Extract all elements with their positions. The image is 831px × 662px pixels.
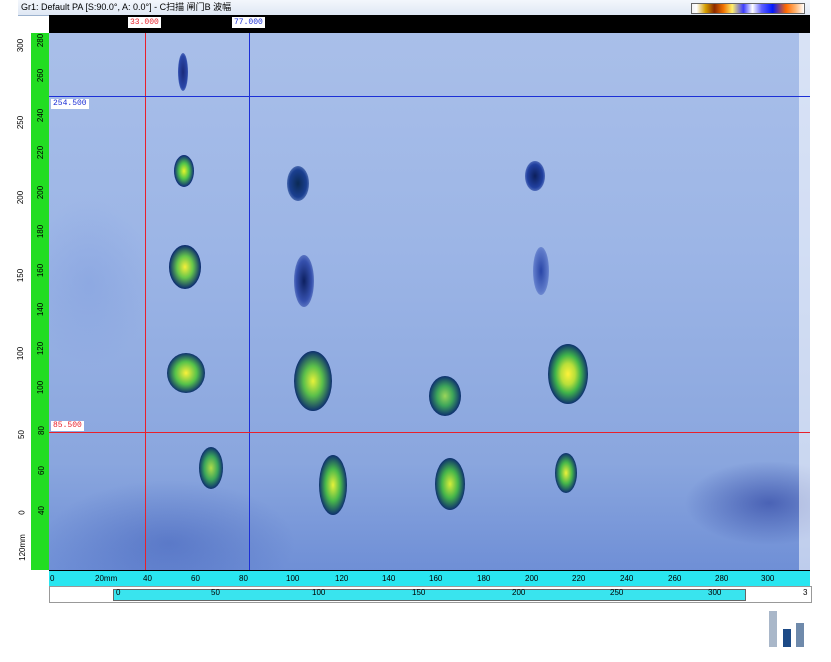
red-horizontal-cursor[interactable] bbox=[49, 432, 810, 433]
color-palette-bar[interactable] bbox=[691, 3, 805, 14]
bottom-tick-label: 20mm bbox=[95, 574, 118, 583]
bottom-tick-label: 240 bbox=[620, 574, 634, 583]
left-outer-tick-label: 200 bbox=[16, 190, 26, 205]
secondary-tick-label: 250 bbox=[610, 588, 624, 597]
indication-blob bbox=[199, 447, 223, 489]
bar-chart-logo-icon bbox=[769, 609, 807, 647]
left-inner-tick-label: 200 bbox=[36, 185, 46, 200]
secondary-tick-label: 100 bbox=[312, 588, 326, 597]
left-outer-tick-label: 0 bbox=[17, 510, 27, 515]
indication-blob bbox=[294, 255, 314, 307]
bottom-tick-label: 100 bbox=[286, 574, 300, 583]
indication-blob bbox=[525, 161, 545, 191]
left-inner-tick-label: 160 bbox=[36, 263, 46, 278]
c-scan-image[interactable]: 254.500 85.500 bbox=[49, 33, 810, 570]
left-inner-tick-label: 60 bbox=[36, 466, 46, 475]
bottom-tick-label: 160 bbox=[429, 574, 443, 583]
bottom-tick-label: 200 bbox=[525, 574, 539, 583]
left-inner-tick-label: 140 bbox=[36, 302, 46, 317]
secondary-tick-label: 300 bbox=[708, 588, 722, 597]
left-inner-ruler[interactable]: 280 260 240 220 200 180 160 140 120 100 … bbox=[31, 33, 50, 570]
bottom-tick-label: 80 bbox=[239, 574, 248, 583]
indication-blob bbox=[429, 376, 461, 416]
blue-horizontal-cursor[interactable] bbox=[49, 96, 810, 97]
red-vertical-cursor[interactable] bbox=[145, 33, 146, 570]
logo-bar bbox=[783, 629, 791, 647]
secondary-tick-label: 150 bbox=[412, 588, 426, 597]
left-outer-tick-label: 120mm bbox=[17, 534, 27, 561]
left-outer-tick-label: 300 bbox=[16, 38, 26, 53]
bottom-tick-label: 140 bbox=[382, 574, 396, 583]
red-cursor-x-readout: 33.000 bbox=[128, 17, 161, 28]
secondary-tick-label: 0 bbox=[116, 588, 121, 597]
left-inner-tick-label: 40 bbox=[36, 506, 46, 515]
bottom-tick-label: 300 bbox=[761, 574, 775, 583]
indication-blob bbox=[174, 155, 194, 187]
red-cursor-y-readout: 85.500 bbox=[51, 421, 84, 431]
left-outer-tick-label: 250 bbox=[16, 115, 26, 130]
bottom-tick-label: 260 bbox=[668, 574, 682, 583]
left-inner-tick-label: 100 bbox=[36, 380, 46, 395]
cursor-readout-bar: 33.000 77.000 bbox=[49, 15, 810, 33]
indication-blob bbox=[555, 453, 577, 493]
indication-blob bbox=[178, 53, 188, 91]
ruler-range-highlight[interactable] bbox=[113, 589, 746, 601]
bottom-tick-label: 180 bbox=[477, 574, 491, 583]
logo-bar bbox=[769, 611, 777, 647]
indication-blob bbox=[533, 247, 549, 295]
left-inner-tick-label: 260 bbox=[36, 68, 46, 83]
blue-vertical-cursor[interactable] bbox=[249, 33, 250, 570]
bottom-ruler[interactable]: 0 20mm 40 60 80 100 120 140 160 180 200 … bbox=[49, 570, 810, 587]
left-outer-tick-label: 100 bbox=[16, 346, 26, 361]
scan-window: Gr1: Default PA [S:90.0°, A: 0.0°] - C扫描… bbox=[16, 0, 812, 604]
left-inner-tick-label: 220 bbox=[36, 145, 46, 160]
window-titlebar[interactable]: Gr1: Default PA [S:90.0°, A: 0.0°] - C扫描… bbox=[18, 0, 810, 16]
indication-blob bbox=[287, 166, 309, 201]
bottom-tick-label: 0 bbox=[50, 574, 55, 583]
bottom-tick-label: 60 bbox=[191, 574, 200, 583]
window-title: Gr1: Default PA [S:90.0°, A: 0.0°] - C扫描… bbox=[21, 2, 232, 12]
secondary-bottom-ruler[interactable]: 0 50 100 150 200 250 300 3 bbox=[49, 586, 812, 603]
bottom-tick-label: 120 bbox=[335, 574, 349, 583]
left-inner-tick-label: 280 bbox=[36, 33, 46, 48]
left-outer-ruler[interactable]: 300 250 200 150 100 50 0 120mm bbox=[16, 33, 32, 570]
indication-blob bbox=[435, 458, 465, 510]
indication-blob bbox=[548, 344, 588, 404]
indication-blob bbox=[167, 353, 205, 393]
bottom-tick-label: 40 bbox=[143, 574, 152, 583]
indication-blob bbox=[319, 455, 347, 515]
secondary-tick-label: 50 bbox=[211, 588, 220, 597]
left-inner-tick-label: 120 bbox=[36, 341, 46, 356]
left-inner-tick-label: 180 bbox=[36, 224, 46, 239]
blue-cursor-y-readout: 254.500 bbox=[51, 99, 89, 109]
bottom-tick-label: 280 bbox=[715, 574, 729, 583]
logo-bar bbox=[796, 623, 804, 647]
secondary-tick-label: 200 bbox=[512, 588, 526, 597]
indication-blob bbox=[294, 351, 332, 411]
left-outer-tick-label: 50 bbox=[16, 430, 26, 439]
bottom-tick-label: 220 bbox=[572, 574, 586, 583]
left-inner-tick-label: 80 bbox=[36, 426, 46, 435]
indication-blob bbox=[169, 245, 201, 289]
left-inner-tick-label: 240 bbox=[36, 108, 46, 123]
secondary-tick-label: 3 bbox=[803, 588, 808, 597]
scan-edge-region bbox=[799, 33, 810, 570]
blue-cursor-x-readout: 77.000 bbox=[232, 17, 265, 28]
left-outer-tick-label: 150 bbox=[16, 268, 26, 283]
